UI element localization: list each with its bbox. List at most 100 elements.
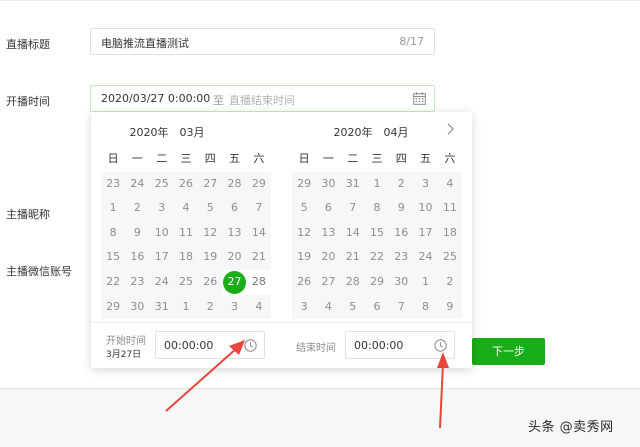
start-time-input[interactable]: 00:00:00 [155, 331, 265, 359]
day-cell[interactable]: 22 [101, 269, 126, 295]
day-cell[interactable]: 11 [437, 196, 462, 221]
day-cell[interactable]: 4 [437, 171, 462, 197]
week-row: 3 4 5 6 7 8 9 [292, 294, 462, 320]
end-time-input[interactable]: 00:00:00 [345, 331, 455, 359]
day-cell[interactable]: 3 [292, 294, 317, 320]
day-cell[interactable]: 25 [149, 171, 174, 197]
day-cell[interactable]: 14 [246, 220, 271, 246]
day-cell[interactable]: 16 [389, 220, 414, 246]
clock-icon[interactable] [434, 339, 447, 352]
day-cell[interactable]: 14 [340, 220, 365, 246]
next-step-button[interactable]: 下一步 [472, 338, 545, 365]
day-cell[interactable]: 20 [222, 245, 247, 270]
day-cell[interactable]: 4 [316, 294, 341, 320]
day-cell[interactable]: 23 [389, 245, 414, 270]
day-cell[interactable]: 27 [222, 270, 247, 295]
day-number: 17 [418, 225, 433, 239]
week-row: 23 24 25 26 27 28 29 [101, 171, 271, 197]
day-cell[interactable]: 5 [198, 196, 223, 221]
day-cell[interactable]: 3 [222, 294, 247, 320]
day-cell[interactable]: 1 [101, 196, 126, 221]
day-cell[interactable]: 24 [413, 245, 438, 270]
day-cell[interactable]: 10 [149, 220, 174, 246]
day-cell[interactable]: 18 [437, 220, 462, 246]
day-cell[interactable]: 20 [316, 245, 341, 270]
day-cell[interactable]: 13 [316, 220, 341, 246]
time-range-input[interactable]: 2020/03/27 0:00:00 至 直播结束时间 [90, 85, 435, 112]
week-row: 12 13 14 15 16 17 18 [292, 220, 462, 246]
day-cell[interactable]: 19 [292, 245, 317, 270]
day-cell[interactable]: 6 [316, 196, 341, 221]
day-cell[interactable]: 9 [389, 196, 414, 221]
day-cell[interactable]: 12 [292, 220, 317, 246]
day-cell[interactable]: 12 [198, 220, 223, 246]
day-cell[interactable]: 22 [364, 245, 390, 270]
day-cell[interactable]: 16 [125, 245, 150, 270]
day-cell[interactable]: 30 [125, 294, 150, 320]
day-cell[interactable]: 8 [364, 196, 390, 221]
day-cell[interactable]: 8 [413, 294, 438, 320]
day-cell[interactable]: 15 [364, 220, 390, 246]
day-cell[interactable]: 28 [247, 270, 271, 295]
day-cell[interactable]: 30 [316, 171, 341, 197]
day-cell[interactable]: 11 [173, 220, 199, 246]
day-cell[interactable]: 4 [173, 196, 199, 221]
day-cell[interactable]: 3 [149, 196, 174, 221]
day-cell[interactable]: 5 [340, 294, 365, 320]
day-cell[interactable]: 7 [389, 294, 414, 320]
day-cell[interactable]: 24 [125, 171, 150, 197]
day-cell[interactable]: 7 [340, 196, 365, 221]
calendar-icon[interactable] [413, 92, 426, 105]
day-cell[interactable]: 9 [437, 294, 462, 320]
day-cell[interactable]: 26 [198, 269, 223, 295]
day-cell[interactable]: 1 [364, 171, 390, 197]
day-cell[interactable]: 29 [101, 294, 126, 320]
day-cell[interactable]: 23 [101, 171, 126, 197]
day-cell[interactable]: 21 [340, 245, 365, 270]
next-month-icon[interactable] [444, 122, 456, 136]
day-cell[interactable]: 2 [437, 269, 462, 295]
day-cell[interactable]: 21 [246, 245, 271, 270]
day-number: 10 [154, 225, 169, 239]
day-cell[interactable]: 28 [222, 171, 247, 197]
day-cell[interactable]: 1 [413, 269, 438, 295]
day-cell[interactable]: 29 [364, 269, 390, 295]
day-cell[interactable]: 9 [125, 220, 150, 246]
day-cell[interactable]: 25 [173, 269, 199, 295]
day-cell[interactable]: 19 [198, 245, 223, 270]
day-cell[interactable]: 18 [173, 245, 199, 270]
day-cell[interactable]: 26 [292, 269, 317, 295]
day-cell[interactable]: 31 [149, 294, 174, 320]
day-cell[interactable]: 2 [125, 196, 150, 221]
day-cell[interactable]: 8 [101, 220, 126, 246]
day-cell[interactable]: 29 [292, 171, 317, 197]
day-cell[interactable]: 28 [340, 269, 365, 295]
day-cell[interactable]: 2 [389, 171, 414, 197]
weekday-header: 日一二三四五六 [292, 147, 462, 172]
title-input[interactable]: 电脑推流直播测试 8/17 [90, 28, 435, 55]
day-cell[interactable]: 7 [246, 196, 271, 221]
day-cell[interactable]: 25 [437, 245, 462, 270]
day-cell[interactable]: 24 [149, 269, 174, 295]
day-cell[interactable]: 6 [222, 196, 247, 221]
day-cell[interactable]: 15 [101, 245, 126, 270]
day-cell[interactable]: 1 [173, 294, 199, 320]
day-cell[interactable]: 5 [292, 196, 317, 221]
day-cell[interactable]: 10 [413, 196, 438, 221]
day-cell[interactable]: 27 [316, 269, 341, 295]
day-cell[interactable]: 27 [198, 171, 223, 197]
day-cell[interactable]: 2 [198, 294, 223, 320]
day-cell[interactable]: 31 [340, 171, 365, 197]
day-number: 5 [300, 201, 308, 215]
day-cell[interactable]: 29 [246, 171, 271, 197]
day-cell[interactable]: 30 [389, 269, 414, 295]
clock-icon[interactable] [244, 339, 257, 352]
day-cell[interactable]: 26 [173, 171, 199, 197]
day-cell[interactable]: 23 [125, 269, 150, 295]
day-cell[interactable]: 6 [364, 294, 390, 320]
day-cell[interactable]: 3 [413, 171, 438, 197]
day-cell[interactable]: 4 [246, 294, 271, 320]
day-cell[interactable]: 13 [222, 220, 247, 246]
day-cell[interactable]: 17 [413, 220, 438, 246]
day-cell[interactable]: 17 [149, 245, 174, 270]
